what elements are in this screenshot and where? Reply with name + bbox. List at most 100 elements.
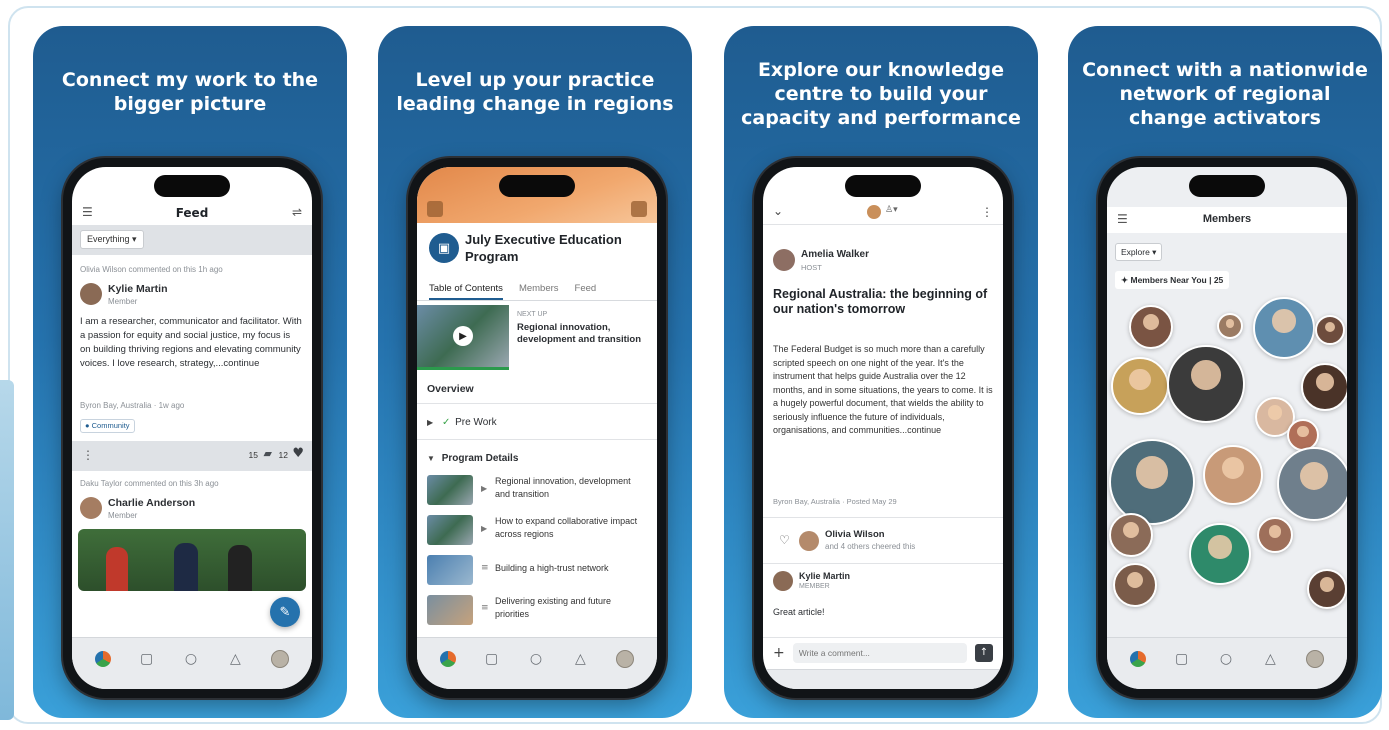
- lesson-thumbnail: [427, 555, 473, 585]
- lesson-thumbnail: [427, 475, 473, 505]
- next-up-card[interactable]: ▶ NEXT UP Regional innovation, developme…: [417, 305, 657, 367]
- divider: [763, 517, 1003, 518]
- bottom-tab-bar: ▢ ○ △: [72, 637, 312, 689]
- overview-heading[interactable]: Overview: [427, 383, 474, 395]
- lesson-thumbnail: [427, 515, 473, 545]
- home-logo-icon[interactable]: [95, 650, 112, 667]
- feed-filter-dropdown[interactable]: Everything ▾: [80, 230, 144, 249]
- community-tag[interactable]: ● Community: [80, 419, 135, 433]
- avatar[interactable]: [80, 497, 102, 519]
- audience-icon[interactable]: ♙▾: [885, 205, 898, 215]
- author-name[interactable]: Amelia Walker: [801, 249, 869, 260]
- chevron-down-icon[interactable]: ⌄: [773, 204, 783, 218]
- member-avatar[interactable]: [1217, 313, 1243, 339]
- panel-members: Connect with a nationwide network of reg…: [1068, 26, 1382, 718]
- author-name[interactable]: Kylie Martin: [108, 283, 168, 295]
- lesson-item[interactable]: ▶ How to expand collaborative impact acr…: [417, 513, 657, 547]
- filter-settings-icon[interactable]: ⇌: [292, 205, 302, 219]
- avatar[interactable]: [773, 571, 793, 591]
- pre-work-section[interactable]: ▶ ✓ Pre Work: [427, 417, 497, 428]
- search-icon[interactable]: ○: [182, 650, 200, 668]
- member-avatar[interactable]: [1111, 357, 1169, 415]
- lesson-item[interactable]: ▶ Regional innovation, development and t…: [417, 473, 657, 507]
- activity-text: Daku Taylor commented on this 3h ago: [80, 479, 219, 488]
- member-avatar[interactable]: [1113, 563, 1157, 607]
- program-details-section[interactable]: ▼ Program Details: [427, 453, 518, 464]
- video-icon: ▶: [481, 484, 488, 493]
- post-time: 1w ago: [158, 401, 185, 410]
- chevron-down-icon: ▼: [427, 454, 435, 463]
- chat-icon[interactable]: ▢: [483, 650, 501, 668]
- cheers-row[interactable]: ♡ Olivia Wilson and 4 others cheered thi…: [763, 527, 1003, 557]
- member-avatar[interactable]: [1253, 297, 1315, 359]
- progress-indicator: [417, 367, 509, 370]
- search-icon[interactable]: ○: [527, 650, 545, 668]
- more-options-icon[interactable]: ⋮: [981, 205, 993, 219]
- play-icon[interactable]: ▶: [453, 326, 473, 346]
- host-avatar[interactable]: [867, 205, 881, 219]
- more-options-icon[interactable]: ⋮: [82, 448, 94, 462]
- bottom-tab-bar: ▢ ○ △: [417, 637, 657, 689]
- article-header: ⌄ ♙▾ ⋮: [763, 201, 1003, 225]
- compose-post-button[interactable]: ✎: [270, 597, 300, 627]
- bell-icon[interactable]: △: [226, 650, 244, 668]
- avatar[interactable]: [773, 249, 795, 271]
- tab-members[interactable]: Members: [519, 279, 559, 300]
- member-avatar[interactable]: [1277, 447, 1347, 521]
- avatar[interactable]: [80, 283, 102, 305]
- commenter-name[interactable]: Kylie Martin: [799, 571, 850, 581]
- panel-feed: Connect my work to the bigger picture ☰ …: [33, 26, 347, 718]
- chat-icon[interactable]: ▢: [1173, 650, 1191, 668]
- search-icon[interactable]: ○: [1217, 650, 1235, 668]
- lesson-title: How to expand collaborative impact acros…: [495, 516, 638, 539]
- phone-screen: ☰ Members Explore ▾ ✦ Members Near You |…: [1107, 167, 1347, 689]
- next-up-label: NEXT UP: [517, 311, 548, 318]
- post-image[interactable]: [78, 529, 306, 591]
- home-logo-icon[interactable]: [440, 650, 457, 667]
- lesson-title: Delivering existing and future prioritie…: [495, 596, 612, 619]
- comment-input[interactable]: [792, 642, 967, 663]
- members-header: ☰ Members: [1107, 207, 1347, 233]
- add-attachment-icon[interactable]: +: [773, 645, 785, 661]
- heart-icon[interactable]: ♥: [292, 446, 304, 461]
- member-avatar[interactable]: [1189, 523, 1251, 585]
- explore-dropdown[interactable]: Explore ▾: [1115, 243, 1163, 261]
- menu-icon[interactable]: ☰: [82, 205, 93, 219]
- author-name[interactable]: Charlie Anderson: [108, 497, 195, 509]
- home-indicator-area: [763, 669, 1003, 689]
- members-near-you-chip[interactable]: ✦ Members Near You | 25: [1115, 271, 1230, 289]
- send-button[interactable]: ↑: [975, 643, 993, 662]
- phone-mockup: ⌄ ♙▾ ⋮ Amelia Walker HOST Regional Austr…: [754, 158, 1012, 698]
- member-avatar[interactable]: [1129, 305, 1173, 349]
- community-icon: ●: [85, 421, 90, 430]
- feed-header: ☰ Feed ⇌: [72, 201, 312, 225]
- chat-icon[interactable]: ▢: [138, 650, 156, 668]
- member-avatar[interactable]: [1109, 439, 1195, 525]
- member-avatar[interactable]: [1307, 569, 1347, 609]
- profile-avatar[interactable]: [270, 649, 289, 668]
- home-logo-icon[interactable]: [1130, 650, 1147, 667]
- tab-feed[interactable]: Feed: [575, 279, 597, 300]
- bell-icon[interactable]: △: [571, 650, 589, 668]
- tab-table-of-contents[interactable]: Table of Contents: [429, 279, 503, 300]
- member-avatar[interactable]: [1315, 315, 1345, 345]
- member-avatar[interactable]: [1301, 363, 1347, 411]
- lesson-item[interactable]: ≡ Delivering existing and future priorit…: [417, 593, 657, 627]
- comment-icon[interactable]: ▰: [264, 447, 272, 460]
- page-title: Members: [1202, 213, 1252, 225]
- article-meta: Byron Bay, Australia · Posted May 29: [773, 497, 897, 506]
- member-avatar[interactable]: [1109, 513, 1153, 557]
- member-avatar[interactable]: [1203, 445, 1263, 505]
- heart-outline-icon[interactable]: ♡: [779, 533, 790, 547]
- profile-avatar[interactable]: [1305, 649, 1324, 668]
- like-count: 12: [278, 450, 288, 460]
- member-avatar[interactable]: [1257, 517, 1293, 553]
- bell-icon[interactable]: △: [1261, 650, 1279, 668]
- cheer-name[interactable]: Olivia Wilson: [825, 529, 885, 540]
- more-options-icon[interactable]: [631, 201, 647, 217]
- member-avatar[interactable]: [1167, 345, 1245, 423]
- phone-screen: ▣ July Executive Education Program Table…: [417, 167, 657, 689]
- profile-avatar[interactable]: [615, 649, 634, 668]
- lesson-item[interactable]: ≡ Building a high-trust network: [417, 553, 657, 587]
- menu-icon[interactable]: [427, 201, 443, 217]
